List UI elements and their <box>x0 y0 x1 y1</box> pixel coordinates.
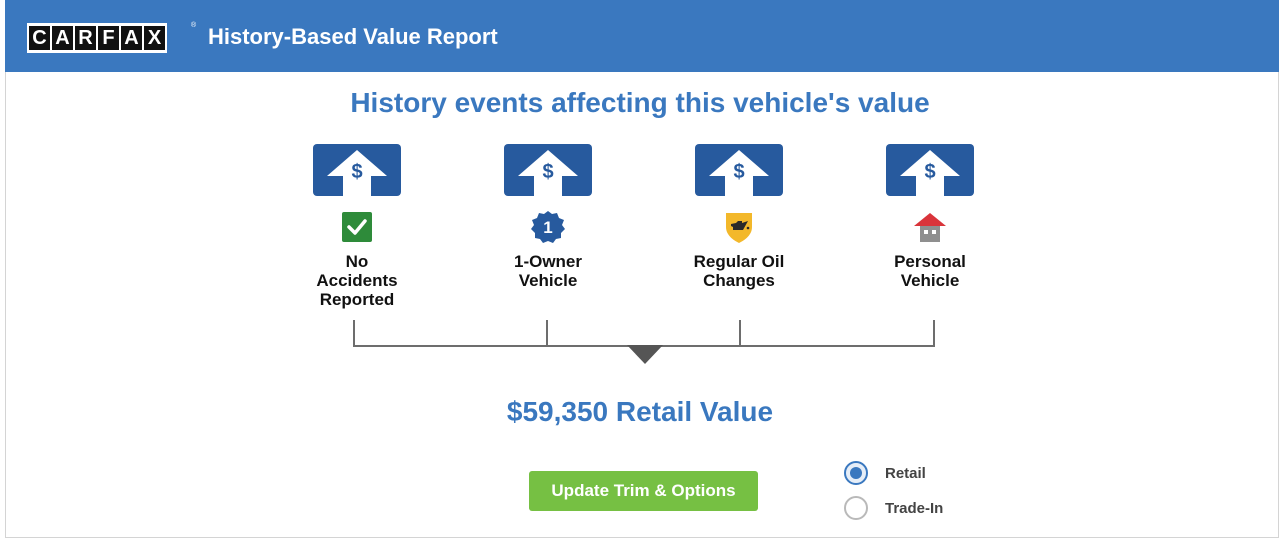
value-type-option-retail[interactable]: Retail <box>844 461 926 485</box>
trade-in-radio[interactable] <box>844 496 868 520</box>
retail-value-amount: $59,350 Retail Value <box>506 396 774 427</box>
retail-radio-label[interactable]: Retail <box>885 465 926 482</box>
trade-in-radio-label[interactable]: Trade-In <box>885 500 943 517</box>
retail-radio[interactable] <box>844 461 868 485</box>
value-type-option-trade-in[interactable]: Trade-In <box>844 496 943 520</box>
update-trim-options-button[interactable]: Update Trim & Options <box>529 471 758 511</box>
events-connector-lines <box>353 320 935 364</box>
